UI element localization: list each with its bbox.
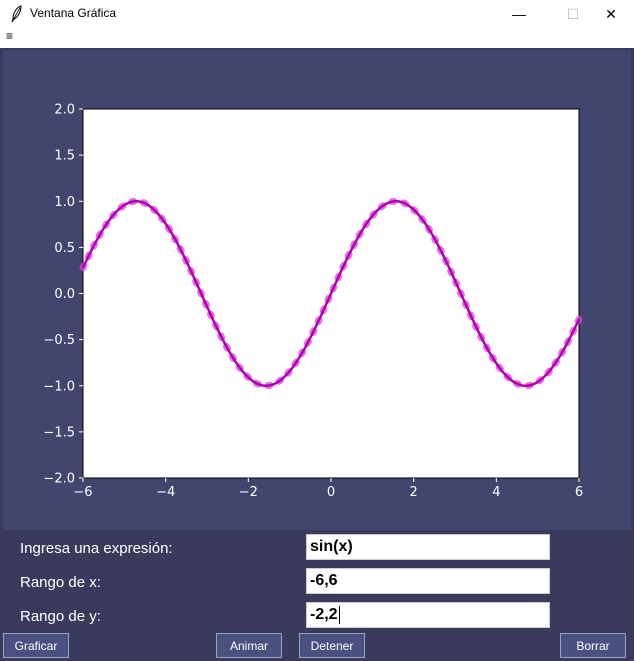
minimize-icon: — [512, 6, 526, 22]
text-caret [338, 606, 340, 624]
y-tick-label: 1.5 [54, 149, 75, 164]
animar-button[interactable]: Animar [216, 633, 282, 658]
y-tick-label: −1.0 [43, 379, 75, 394]
plot-area: −6 −4 −2 0 2 4 6 −2.0 −1.5 −1.0 −0.5 0.0 0.5 1.0 1.5 2.… [3, 50, 631, 530]
y-range-input[interactable]: -2,2 [306, 602, 550, 628]
y-range-label: Rango de y: [20, 608, 101, 625]
x-range-value: -6,6 [310, 572, 338, 589]
y-tick-label: 0.5 [54, 241, 75, 256]
y-tick-label: 2.0 [54, 103, 75, 118]
detener-button[interactable]: Detener [299, 633, 365, 658]
y-tick-label: −2.0 [43, 472, 75, 487]
title-bar: Ventana Gráfica — ☐ ✕ [0, 0, 634, 28]
window-title: Ventana Gráfica [30, 6, 117, 20]
y-tick-label: −1.5 [43, 425, 75, 440]
expression-label: Ingresa una expresión: [20, 540, 173, 557]
chart: −6 −4 −2 0 2 4 6 −2.0 −1.5 −1.0 −0.5 0.0 0.5 1.0 1.5 2.… [43, 103, 583, 501]
y-range-value: -2,2 [310, 606, 338, 624]
graficar-button[interactable]: Graficar [3, 633, 69, 658]
y-tick-label: −0.5 [43, 333, 75, 348]
expression-value: sin(x) [310, 538, 353, 555]
maximize-icon: ☐ [566, 5, 580, 22]
x-range-label: Rango de x: [20, 574, 101, 591]
menu-icon[interactable]: ≡ [6, 29, 13, 43]
expression-input[interactable]: sin(x) [306, 534, 550, 560]
x-tick-label: 4 [492, 485, 500, 500]
borrar-button[interactable]: Borrar [560, 633, 626, 658]
x-tick-label: 0 [327, 485, 335, 500]
x-tick-label: 6 [575, 485, 583, 500]
close-icon: ✕ [605, 5, 617, 22]
menu-bar: ≡ [0, 28, 634, 48]
feather-app-icon [11, 5, 22, 23]
x-tick-label: −6 [73, 485, 92, 500]
x-tick-label: −2 [239, 485, 258, 500]
close-button[interactable]: ✕ [588, 0, 634, 28]
x-range-input[interactable]: -6,6 [306, 568, 550, 594]
x-tick-label: −4 [156, 485, 175, 500]
y-tick-label: 1.0 [54, 195, 75, 210]
y-tick-label: 0.0 [54, 287, 75, 302]
x-tick-label: 2 [410, 485, 418, 500]
minimize-button[interactable]: — [496, 0, 542, 28]
